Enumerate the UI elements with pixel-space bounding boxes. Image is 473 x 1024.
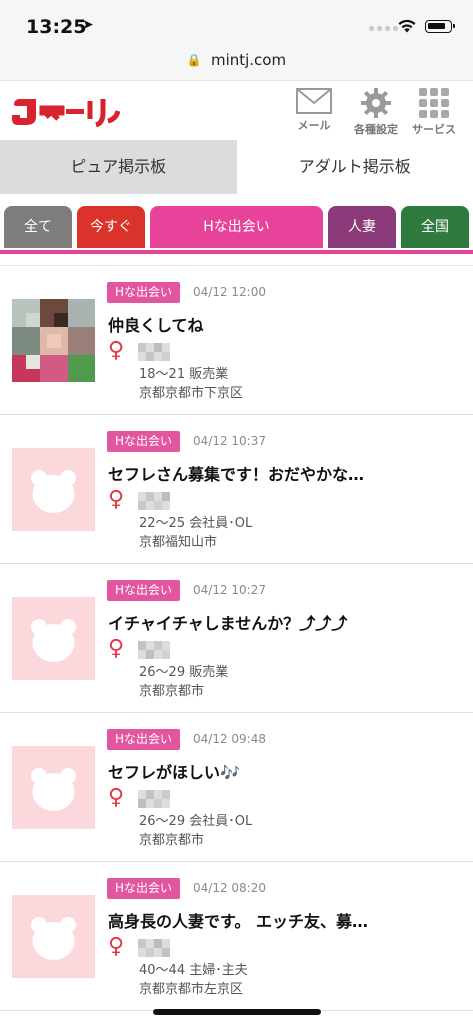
post-date: 04/12 08:20: [193, 881, 266, 895]
female-icon: ♀: [108, 338, 125, 363]
post-title[interactable]: 仲良くしてね: [108, 312, 204, 336]
age-job: 18〜21 販売業: [139, 367, 229, 382]
settings-label: 各種設定: [354, 123, 398, 136]
female-icon: ♀: [108, 785, 125, 810]
url-bar[interactable]: 🔒 mintj.com: [0, 46, 473, 80]
post-date: 04/12 10:27: [193, 583, 266, 597]
post-item[interactable]: Hな出会い 04/12 10:27 イチャイチャしませんか？⤴︎⤴︎⤴︎ ♀ 2…: [0, 564, 473, 713]
area: 京都京都市: [139, 684, 205, 699]
blurred-username: [138, 939, 170, 957]
cellular-signal-icon: [369, 26, 398, 31]
default-avatar-icon: [12, 895, 95, 978]
post-item[interactable]: Hな出会い 04/12 10:37 セフレさん募集です！おだやかな… ♀ 22〜…: [0, 415, 473, 564]
default-avatar-icon: [12, 448, 95, 531]
grid-icon: [419, 88, 449, 118]
home-indicator[interactable]: [153, 1009, 321, 1015]
post-item[interactable]: Hな出会い 04/12 09:48 セフレがほしい🎶 ♀ 26〜29 会社員･O…: [0, 713, 473, 862]
post-title[interactable]: 高身長の人妻です。 エッチ友、募…: [108, 908, 368, 932]
blurred-username: [138, 343, 170, 361]
url-text: mintj.com: [210, 51, 287, 69]
post-date: 04/12 09:48: [193, 732, 266, 746]
status-bar: 13:25 ➤: [0, 0, 473, 46]
area: 京都京都市下京区: [139, 386, 244, 401]
category-tab-nationwide[interactable]: 全国: [401, 206, 469, 248]
user-photo: [12, 299, 95, 382]
mail-label: メール: [297, 119, 331, 132]
category-underline: [0, 250, 473, 254]
female-icon: ♀: [108, 934, 125, 959]
female-icon: ♀: [108, 487, 125, 512]
app-header: メール 各種設定 サービス: [0, 80, 473, 140]
age-job: 40〜44 主婦･主夫: [139, 963, 248, 978]
services-button[interactable]: サービス: [404, 87, 464, 137]
area: 京都京都市: [139, 833, 205, 848]
default-avatar-icon: [12, 597, 95, 680]
age-job: 26〜29 会社員･OL: [139, 814, 253, 829]
mail-icon: [296, 88, 332, 114]
category-tabs: 全て 今すぐ Hな出会い 人妻 全国: [0, 194, 473, 254]
services-label: サービス: [412, 123, 456, 136]
mail-button[interactable]: メール: [284, 87, 344, 133]
post-list: Hな出会い 04/12 12:00 仲良くしてね ♀ 18〜21 販売業 京都京…: [0, 265, 473, 1011]
post-date: 04/12 10:37: [193, 434, 266, 448]
jmail-logo[interactable]: [8, 91, 120, 129]
status-time: 13:25: [26, 16, 87, 38]
post-item[interactable]: Hな出会い 04/12 08:20 高身長の人妻です。 エッチ友、募… ♀ 40…: [0, 862, 473, 1011]
settings-button[interactable]: 各種設定: [346, 87, 406, 137]
tab-pure-board[interactable]: ピュア掲示板: [0, 140, 237, 194]
category-tab-h-meet[interactable]: Hな出会い: [150, 206, 323, 248]
post-title[interactable]: セフレさん募集です！おだやかな…: [108, 461, 364, 485]
default-avatar-icon: [12, 746, 95, 829]
post-date: 04/12 12:00: [193, 285, 266, 299]
wifi-icon: [398, 19, 416, 33]
post-title[interactable]: セフレがほしい🎶: [108, 759, 240, 783]
post-title[interactable]: イチャイチャしませんか？⤴︎⤴︎⤴︎: [108, 610, 347, 634]
area: 京都京都市左京区: [139, 982, 244, 997]
tab-adult-board[interactable]: アダルト掲示板: [236, 140, 473, 194]
blurred-username: [138, 641, 170, 659]
category-badge: Hな出会い: [107, 580, 181, 601]
lock-icon: 🔒: [186, 53, 202, 67]
category-badge: Hな出会い: [107, 878, 181, 899]
battery-icon: [425, 20, 455, 33]
gear-icon: [361, 88, 391, 118]
post-item[interactable]: Hな出会い 04/12 12:00 仲良くしてね ♀ 18〜21 販売業 京都京…: [0, 266, 473, 415]
board-tabs: ピュア掲示板 アダルト掲示板: [0, 140, 473, 194]
location-arrow-icon: ➤: [82, 17, 94, 33]
category-badge: Hな出会い: [107, 729, 181, 750]
age-job: 26〜29 販売業: [139, 665, 229, 680]
blurred-username: [138, 790, 170, 808]
category-tab-now[interactable]: 今すぐ: [77, 206, 145, 248]
category-tab-married[interactable]: 人妻: [328, 206, 396, 248]
category-tab-all[interactable]: 全て: [4, 206, 72, 248]
age-job: 22〜25 会社員･OL: [139, 516, 253, 531]
area: 京都福知山市: [139, 535, 218, 550]
category-badge: Hな出会い: [107, 431, 181, 452]
category-badge: Hな出会い: [107, 282, 181, 303]
female-icon: ♀: [108, 636, 125, 661]
blurred-username: [138, 492, 170, 510]
